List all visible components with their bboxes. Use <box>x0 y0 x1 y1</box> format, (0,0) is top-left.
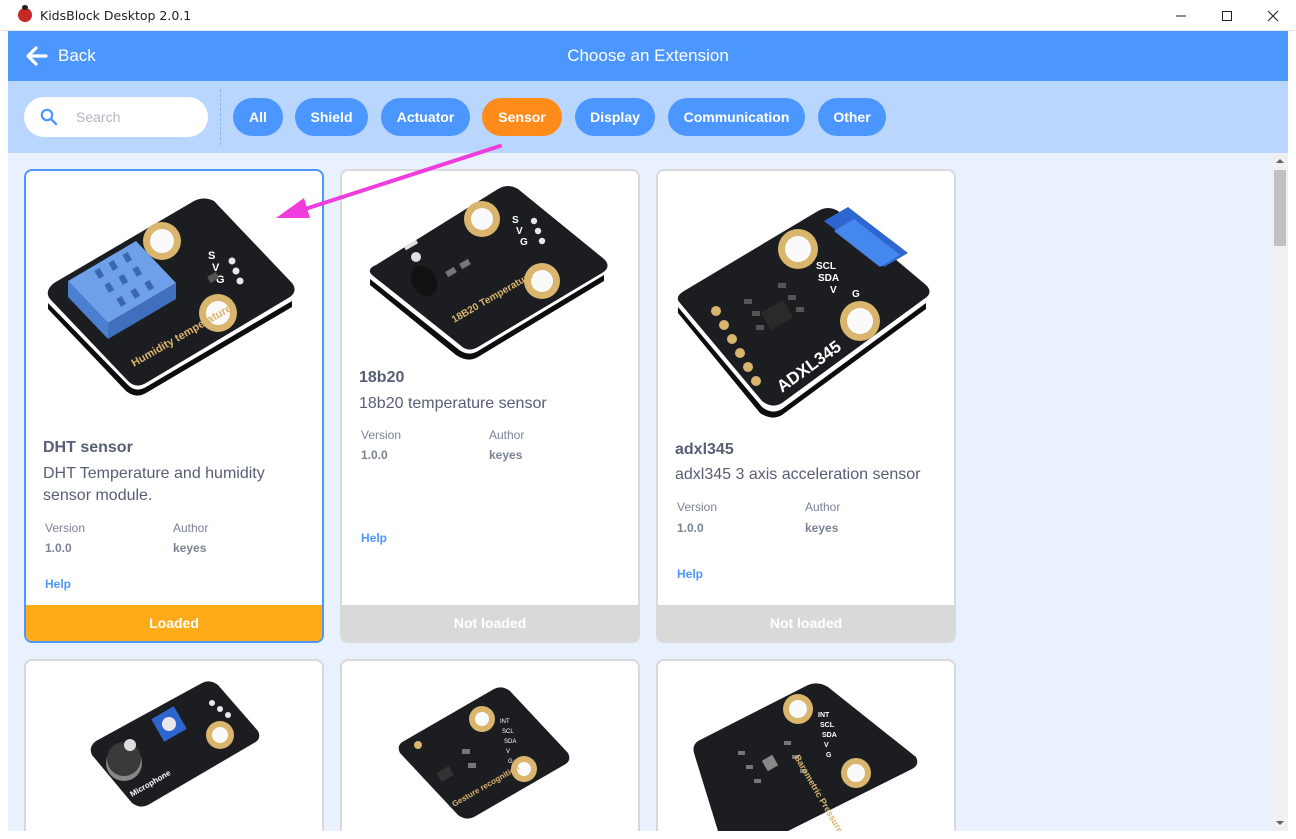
extension-name: DHT sensor <box>43 439 133 456</box>
filter-divider <box>220 89 221 145</box>
extension-description: adxl345 3 axis acceleration sensor <box>675 466 921 483</box>
help-link[interactable]: Help <box>45 577 71 591</box>
minimize-icon[interactable] <box>1158 0 1204 31</box>
tag-sensor[interactable]: Sensor <box>482 98 562 136</box>
pin-label-g: G <box>826 752 832 759</box>
extension-card-microphone[interactable]: Microphone <box>24 659 324 831</box>
pin-label-g: G <box>520 237 528 248</box>
gesture-module-image: INT SCL SDA V G Gesture recognition <box>398 687 570 819</box>
page-title: Choose an Extension <box>567 46 729 65</box>
dht-module-image: S V G Humidity temperature <box>47 198 295 396</box>
scroll-up-icon[interactable] <box>1272 153 1288 169</box>
extension-description: DHT Temperature and humidity sensor modu… <box>43 465 265 504</box>
tag-all[interactable]: All <box>233 98 283 136</box>
author-value: keyes <box>489 448 523 462</box>
status-not-loaded: Not loaded <box>658 605 954 641</box>
pin-label-int: INT <box>818 712 830 719</box>
pin-label-g: G <box>508 759 513 765</box>
pin-label-g: G <box>852 289 860 300</box>
extension-card-gesture[interactable]: INT SCL SDA V G Gesture recognition <box>340 659 640 831</box>
microphone-module-image: Microphone <box>90 681 260 807</box>
author-label: Author <box>805 500 841 514</box>
pin-label-sda: SDA <box>818 273 839 284</box>
adxl345-module-image: SCL SDA V G ADXL345 <box>677 207 930 418</box>
extension-library: S V G Humidity temperature DHT sensor DH… <box>8 153 1272 831</box>
search-icon <box>40 108 58 126</box>
back-arrow-icon <box>26 46 48 66</box>
help-link[interactable]: Help <box>677 567 703 581</box>
status-loaded: Loaded <box>26 605 322 641</box>
version-label: Version <box>361 428 402 442</box>
extension-card-18b20[interactable]: S V G 18B20 Temperature 18b20 18b20 temp… <box>340 169 640 643</box>
pin-label-sda: SDA <box>504 739 516 745</box>
close-icon[interactable] <box>1250 0 1296 31</box>
back-label: Back <box>58 46 96 65</box>
pin-label-v: V <box>830 285 837 296</box>
ladybug-app-icon <box>18 5 32 22</box>
filter-bar: All Shield Actuator Sensor Display Commu… <box>8 81 1288 153</box>
version-label: Version <box>677 500 718 514</box>
window-title: KidsBlock Desktop 2.0.1 <box>40 7 192 23</box>
pin-label-s: S <box>512 215 519 226</box>
window-titlebar: KidsBlock Desktop 2.0.1 <box>0 0 1296 31</box>
extension-card-adxl345[interactable]: SCL SDA V G ADXL345 adxl345 adxl345 3 ax… <box>656 169 956 643</box>
extension-card-barometric[interactable]: INT SCL SDA V G Barometric Pressure <box>656 659 956 831</box>
pin-label-scl: SCL <box>502 729 514 735</box>
maximize-icon[interactable] <box>1204 0 1250 31</box>
pin-label-v: V <box>824 742 829 749</box>
18b20-module-image: S V G 18B20 Temperature <box>369 186 608 360</box>
help-link[interactable]: Help <box>361 531 387 545</box>
version-value: 1.0.0 <box>361 448 388 462</box>
author-label: Author <box>173 521 209 535</box>
version-label: Version <box>45 521 86 535</box>
scroll-down-icon[interactable] <box>1272 815 1288 831</box>
tag-communication[interactable]: Communication <box>668 98 805 136</box>
pin-label-scl: SCL <box>816 261 836 272</box>
author-value: keyes <box>805 521 839 535</box>
pin-label-s: S <box>208 250 215 262</box>
pin-label-scl: SCL <box>820 722 835 729</box>
tag-display[interactable]: Display <box>575 98 655 136</box>
tag-other[interactable]: Other <box>818 98 886 136</box>
tag-shield[interactable]: Shield <box>295 98 368 136</box>
version-value: 1.0.0 <box>677 521 704 535</box>
pin-label-sda: SDA <box>822 732 837 739</box>
vertical-scrollbar[interactable] <box>1272 153 1288 831</box>
extension-header: Back Choose an Extension <box>8 31 1288 81</box>
back-button[interactable]: Back <box>26 31 96 81</box>
search-box[interactable] <box>24 97 208 137</box>
scrollbar-thumb[interactable] <box>1274 170 1286 246</box>
extension-card-dht[interactable]: S V G Humidity temperature DHT sensor DH… <box>24 169 324 643</box>
pin-label-v: V <box>506 749 510 755</box>
barometric-module-image: INT SCL SDA V G Barometric Pressure <box>693 683 918 831</box>
tag-actuator[interactable]: Actuator <box>381 98 470 136</box>
window-controls <box>1158 0 1296 31</box>
extension-name: adxl345 <box>675 441 734 458</box>
pin-label-int: INT <box>500 719 510 725</box>
author-value: keyes <box>173 541 207 555</box>
status-not-loaded: Not loaded <box>342 605 638 641</box>
search-input[interactable] <box>76 109 196 125</box>
author-label: Author <box>489 428 525 442</box>
extension-name: 18b20 <box>359 369 405 386</box>
pin-label-v: V <box>516 226 523 237</box>
version-value: 1.0.0 <box>45 541 72 555</box>
extension-description: 18b20 temperature sensor <box>359 395 547 412</box>
